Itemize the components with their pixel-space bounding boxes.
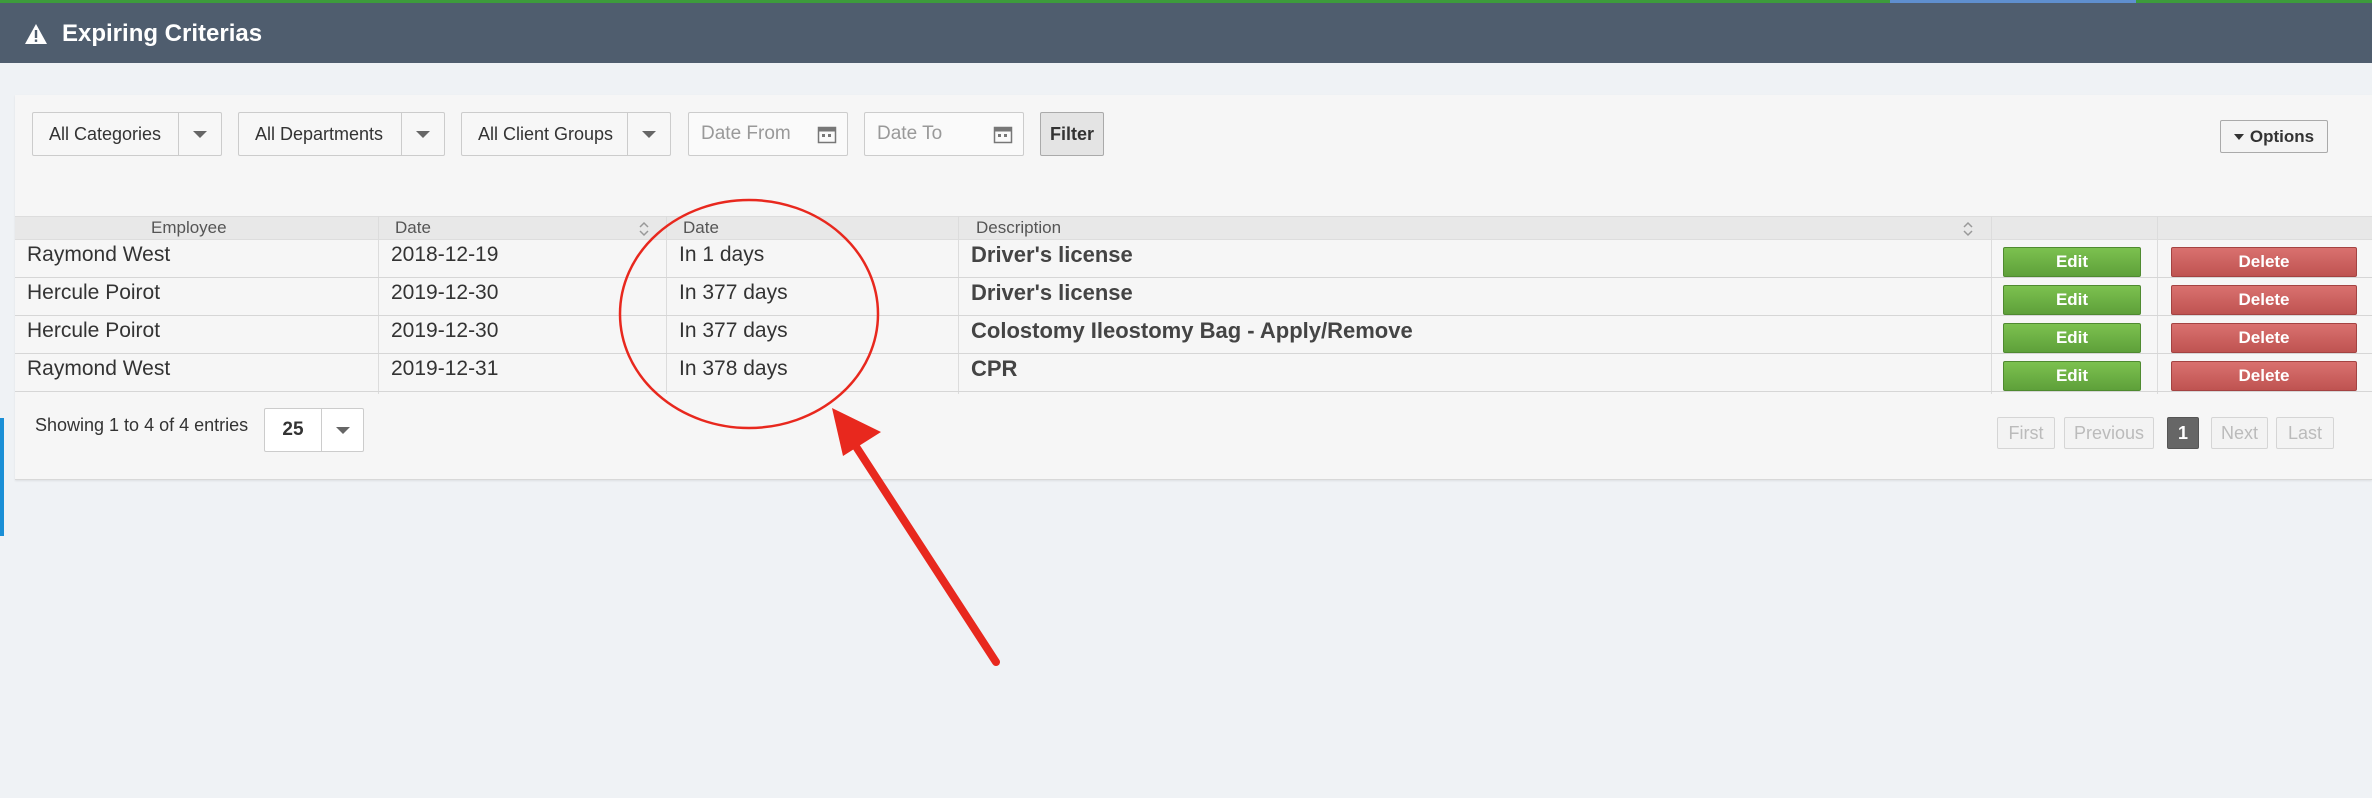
delete-button[interactable]: Delete xyxy=(2171,323,2357,353)
cell-employee: Raymond West xyxy=(27,357,171,380)
page-title: Expiring Criterias xyxy=(24,19,262,49)
caret-down-icon xyxy=(2233,133,2244,140)
warning-icon xyxy=(25,24,47,44)
cell-date: 2019-12-31 xyxy=(391,357,499,380)
cell-date: 2019-12-30 xyxy=(391,281,499,304)
pagination-page-1[interactable]: 1 xyxy=(2167,417,2199,449)
page-title-text: Expiring Criterias xyxy=(62,20,263,47)
column-header-date[interactable]: Date xyxy=(395,217,431,239)
sort-icon[interactable] xyxy=(638,220,650,238)
client-group-select[interactable]: All Client Groups xyxy=(461,112,671,156)
page-size-value: 25 xyxy=(282,419,304,440)
delete-button[interactable]: Delete xyxy=(2171,361,2357,391)
department-select[interactable]: All Departments xyxy=(238,112,445,156)
chevron-down-icon[interactable] xyxy=(401,113,444,155)
header-accent-bar xyxy=(1890,0,2136,3)
category-select-label: All Categories xyxy=(49,123,162,144)
cell-description: Driver's license xyxy=(971,280,1133,305)
table-row: Raymond West 2018-12-19 In 1 days Driver… xyxy=(15,240,2372,278)
pagination-last[interactable]: Last xyxy=(2276,417,2334,449)
table-row: Raymond West 2019-12-31 In 378 days CPR … xyxy=(15,354,2372,392)
cell-date: 2018-12-19 xyxy=(391,243,499,266)
table-header: Employee Date Date Description xyxy=(15,216,2372,240)
delete-button[interactable]: Delete xyxy=(2171,247,2357,277)
cell-description: Driver's license xyxy=(971,242,1133,267)
cell-expires-in: In 377 days xyxy=(679,319,788,342)
pagination-first[interactable]: First xyxy=(1997,417,2055,449)
cell-expires-in: In 378 days xyxy=(679,357,788,380)
date-from-placeholder: Date From xyxy=(701,123,791,144)
edit-button[interactable]: Edit xyxy=(2003,361,2141,391)
cell-employee: Raymond West xyxy=(27,243,171,266)
date-to-placeholder: Date To xyxy=(877,123,943,144)
calendar-icon[interactable] xyxy=(817,124,837,144)
chevron-down-icon[interactable] xyxy=(627,113,670,155)
calendar-icon[interactable] xyxy=(993,124,1013,144)
table-row: Hercule Poirot 2019-12-30 In 377 days Dr… xyxy=(15,278,2372,316)
filter-button[interactable]: Filter xyxy=(1040,112,1104,156)
table-row: Hercule Poirot 2019-12-30 In 377 days Co… xyxy=(15,316,2372,354)
entries-info: Showing 1 to 4 of 4 entries xyxy=(35,415,249,435)
department-select-label: All Departments xyxy=(255,123,384,144)
cell-employee: Hercule Poirot xyxy=(27,319,161,342)
column-header-employee[interactable]: Employee xyxy=(151,217,227,239)
column-header-expires-in[interactable]: Date xyxy=(683,217,719,239)
category-select[interactable]: All Categories xyxy=(32,112,222,156)
options-button-label: Options xyxy=(2249,126,2315,146)
date-to-input[interactable]: Date To xyxy=(864,112,1024,156)
chevron-down-icon[interactable] xyxy=(178,113,221,155)
options-button[interactable]: Options xyxy=(2220,120,2328,153)
cell-date: 2019-12-30 xyxy=(391,319,499,342)
cell-expires-in: In 377 days xyxy=(679,281,788,304)
cell-expires-in: In 1 days xyxy=(679,243,765,266)
pagination-next[interactable]: Next xyxy=(2211,417,2268,449)
cell-employee: Hercule Poirot xyxy=(27,281,161,304)
edit-button[interactable]: Edit xyxy=(2003,247,2141,277)
pagination-previous[interactable]: Previous xyxy=(2064,417,2154,449)
chevron-down-icon[interactable] xyxy=(321,409,363,451)
sort-icon[interactable] xyxy=(1962,220,1974,238)
client-group-select-label: All Client Groups xyxy=(478,123,614,144)
header-bar: Expiring Criterias xyxy=(0,0,2372,63)
cell-description: Colostomy Ileostomy Bag - Apply/Remove xyxy=(971,318,1413,343)
page-size-select[interactable]: 25 xyxy=(264,408,364,452)
column-header-description[interactable]: Description xyxy=(976,217,1061,239)
left-edge-indicator xyxy=(0,418,4,536)
edit-button[interactable]: Edit xyxy=(2003,323,2141,353)
date-from-input[interactable]: Date From xyxy=(688,112,848,156)
cell-description: CPR xyxy=(971,356,1018,381)
delete-button[interactable]: Delete xyxy=(2171,285,2357,315)
edit-button[interactable]: Edit xyxy=(2003,285,2141,315)
